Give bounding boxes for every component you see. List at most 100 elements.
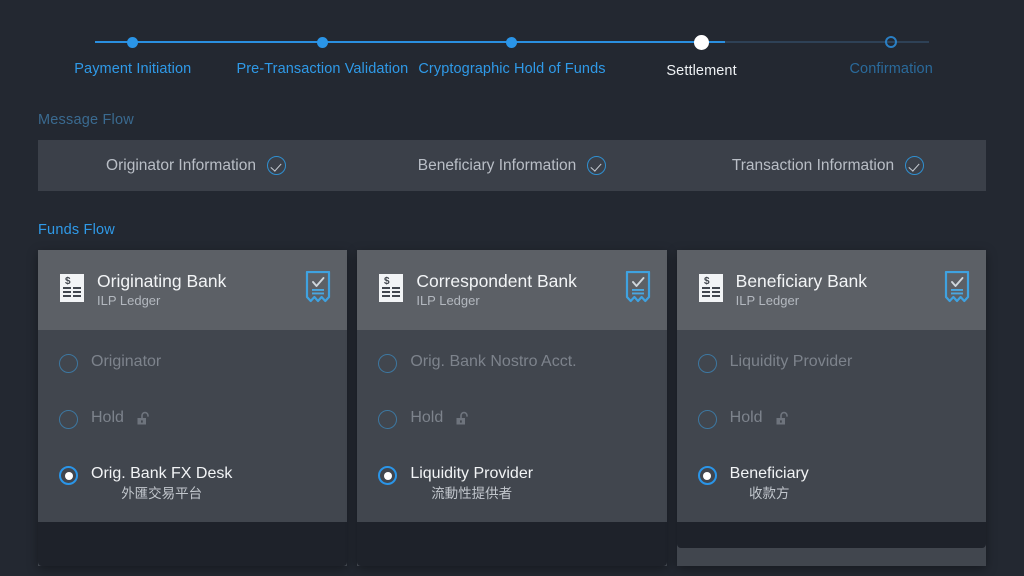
funds-flow-card-subtitle: ILP Ledger: [735, 292, 800, 308]
funds-flow-card-header-text: Beneficiary Bank ILP Ledger: [736, 271, 936, 308]
stepper-dot-1: [127, 37, 139, 48]
ledger-row[interactable]: Orig. Bank Nostro Acct.: [357, 352, 666, 386]
ledger-row-label: Liquidity Provider: [410, 465, 534, 482]
ledger-row-label: Orig. Bank Nostro Acct.: [410, 353, 577, 370]
certificate-check-icon: [944, 270, 970, 310]
ledger-row-text: Beneficiary 收款方: [730, 464, 809, 502]
funds-flow-card-body: Originator Hold Orig. Bank FX Desk 外匯交易平…: [38, 330, 347, 522]
certificate-check-icon: [625, 270, 651, 310]
message-flow-item-label: Transaction Information: [731, 156, 895, 174]
receipt-icon: $: [378, 273, 404, 308]
radio-button[interactable]: [378, 354, 398, 373]
certificate-check-icon: [305, 270, 331, 310]
funds-flow-card-body: Orig. Bank Nostro Acct. Hold Liquidity P…: [357, 330, 666, 522]
stepper-step-1[interactable]: Payment Initiation: [38, 28, 228, 79]
unlocked-padlock-icon: [455, 411, 471, 432]
radio-button[interactable]: [697, 466, 717, 485]
stepper-step-label: Cryptographic Hold of Funds: [418, 61, 606, 77]
funds-flow-card-header: $ Correspondent Bank ILP Ledger: [357, 250, 667, 330]
ledger-row[interactable]: Orig. Bank FX Desk 外匯交易平台: [38, 464, 347, 502]
ledger-row-text: Liquidity Provider: [730, 352, 853, 372]
funds-flow-card-title: Beneficiary Bank: [735, 271, 867, 292]
stepper-step-5[interactable]: Confirmation: [796, 28, 986, 79]
message-flow-item-label: Beneficiary Information: [417, 156, 577, 174]
ledger-row-text: Liquidity Provider 流動性提供者: [410, 464, 533, 502]
unlocked-padlock-icon: [136, 411, 152, 432]
ledger-row[interactable]: Hold: [677, 408, 986, 442]
message-flow-item-label: Originator Information: [106, 156, 256, 174]
message-flow-bar: Originator Information Beneficiary Inform…: [38, 140, 986, 191]
stepper-step-4[interactable]: Settlement: [607, 28, 797, 79]
ledger-row-label: Hold: [729, 409, 763, 426]
radio-button[interactable]: [378, 466, 398, 485]
message-flow-label: Message Flow: [38, 112, 134, 128]
stepper-step-2[interactable]: Pre-Transaction Validation: [228, 28, 418, 79]
funds-flow-card-header-text: Originating Bank ILP Ledger: [97, 271, 297, 308]
ledger-row-subtitle: 流動性提供者: [431, 485, 513, 501]
message-flow-item[interactable]: Beneficiary Information: [354, 156, 670, 175]
stepper-dot-5: [885, 36, 898, 48]
ledger-row-text: Orig. Bank FX Desk 外匯交易平台: [91, 464, 232, 502]
ledger-row-subtitle: 外匯交易平台: [121, 485, 203, 501]
radio-button[interactable]: [59, 410, 78, 429]
ledger-row-label: Beneficiary: [729, 465, 809, 482]
funds-flow-card-subtitle: ILP Ledger: [97, 292, 161, 308]
ledger-row-label: Orig. Bank FX Desk: [91, 465, 233, 482]
funds-flow-card: $ Originating Bank ILP Ledger Originator…: [38, 250, 348, 566]
progress-stepper: Payment Initiation Pre-Transaction Valida…: [38, 28, 986, 90]
message-flow-item[interactable]: Transaction Information: [670, 156, 986, 175]
check-circle-icon: [905, 156, 925, 175]
radio-button[interactable]: [59, 466, 78, 485]
stepper-step-label: Payment Initiation: [74, 61, 192, 77]
funds-flow-card-subtitle: ILP Ledger: [416, 292, 480, 308]
ledger-row[interactable]: Liquidity Provider: [677, 352, 986, 386]
payment-flow-page: Payment Initiation Pre-Transaction Valida…: [0, 0, 1024, 576]
stepper-step-label: Pre-Transaction Validation: [236, 61, 409, 77]
funds-flow-card-footer: [676, 521, 986, 548]
ledger-row-label: Liquidity Provider: [729, 353, 853, 370]
receipt-icon: $: [59, 273, 85, 308]
funds-flow-card-footer: [357, 521, 667, 566]
funds-flow-card-header: $ Originating Bank ILP Ledger: [38, 250, 348, 330]
radio-button[interactable]: [697, 410, 717, 429]
ledger-row-label: Hold: [410, 409, 444, 426]
svg-text:$: $: [65, 276, 71, 287]
funds-flow-card-title: Originating Bank: [97, 271, 227, 292]
stepper-dot-2: [316, 37, 328, 48]
unlocked-padlock-icon: [775, 411, 791, 432]
ledger-row[interactable]: Hold: [357, 408, 666, 442]
ledger-row-text: Hold: [730, 408, 763, 428]
ledger-row[interactable]: Beneficiary 收款方: [677, 464, 986, 502]
ledger-row-subtitle: 收款方: [748, 485, 790, 501]
stepper-steps: Payment Initiation Pre-Transaction Valida…: [38, 28, 986, 79]
ledger-row-label: Hold: [91, 409, 124, 426]
stepper-dot-3: [506, 37, 518, 48]
svg-text:$: $: [704, 276, 710, 287]
ledger-row-label: Originator: [91, 353, 162, 370]
ledger-row-text: Hold: [410, 408, 443, 428]
ledger-row[interactable]: Originator: [38, 352, 347, 386]
radio-button[interactable]: [59, 354, 78, 373]
ledger-row[interactable]: Hold: [38, 408, 347, 442]
funds-flow-card-footer: [38, 521, 348, 566]
stepper-step-3[interactable]: Cryptographic Hold of Funds: [417, 28, 607, 79]
ledger-row[interactable]: Liquidity Provider 流動性提供者: [357, 464, 666, 502]
ledger-row-text: Hold: [91, 408, 124, 428]
receipt-icon: $: [698, 273, 724, 308]
stepper-step-label: Confirmation: [849, 61, 933, 77]
funds-flow-card-title: Correspondent Bank: [416, 271, 577, 292]
funds-flow-card-header: $ Beneficiary Bank ILP Ledger: [676, 250, 986, 330]
message-flow-item[interactable]: Originator Information: [38, 156, 354, 175]
funds-flow-card-body: Liquidity Provider Hold Beneficiary 收款方: [677, 330, 986, 522]
radio-button[interactable]: [697, 354, 717, 373]
stepper-step-label: Settlement: [666, 63, 737, 79]
stepper-dot-4: [694, 35, 710, 50]
funds-flow-card: $ Correspondent Bank ILP Ledger Orig. Ba…: [357, 250, 667, 566]
check-circle-icon: [587, 156, 607, 175]
funds-flow-card: $ Beneficiary Bank ILP Ledger Liquidity …: [676, 250, 986, 566]
funds-flow-label: Funds Flow: [38, 222, 115, 238]
radio-button[interactable]: [378, 410, 398, 429]
ledger-row-text: Originator: [91, 352, 161, 372]
funds-flow-cards: $ Originating Bank ILP Ledger Originator…: [38, 250, 986, 566]
check-circle-icon: [266, 156, 286, 175]
